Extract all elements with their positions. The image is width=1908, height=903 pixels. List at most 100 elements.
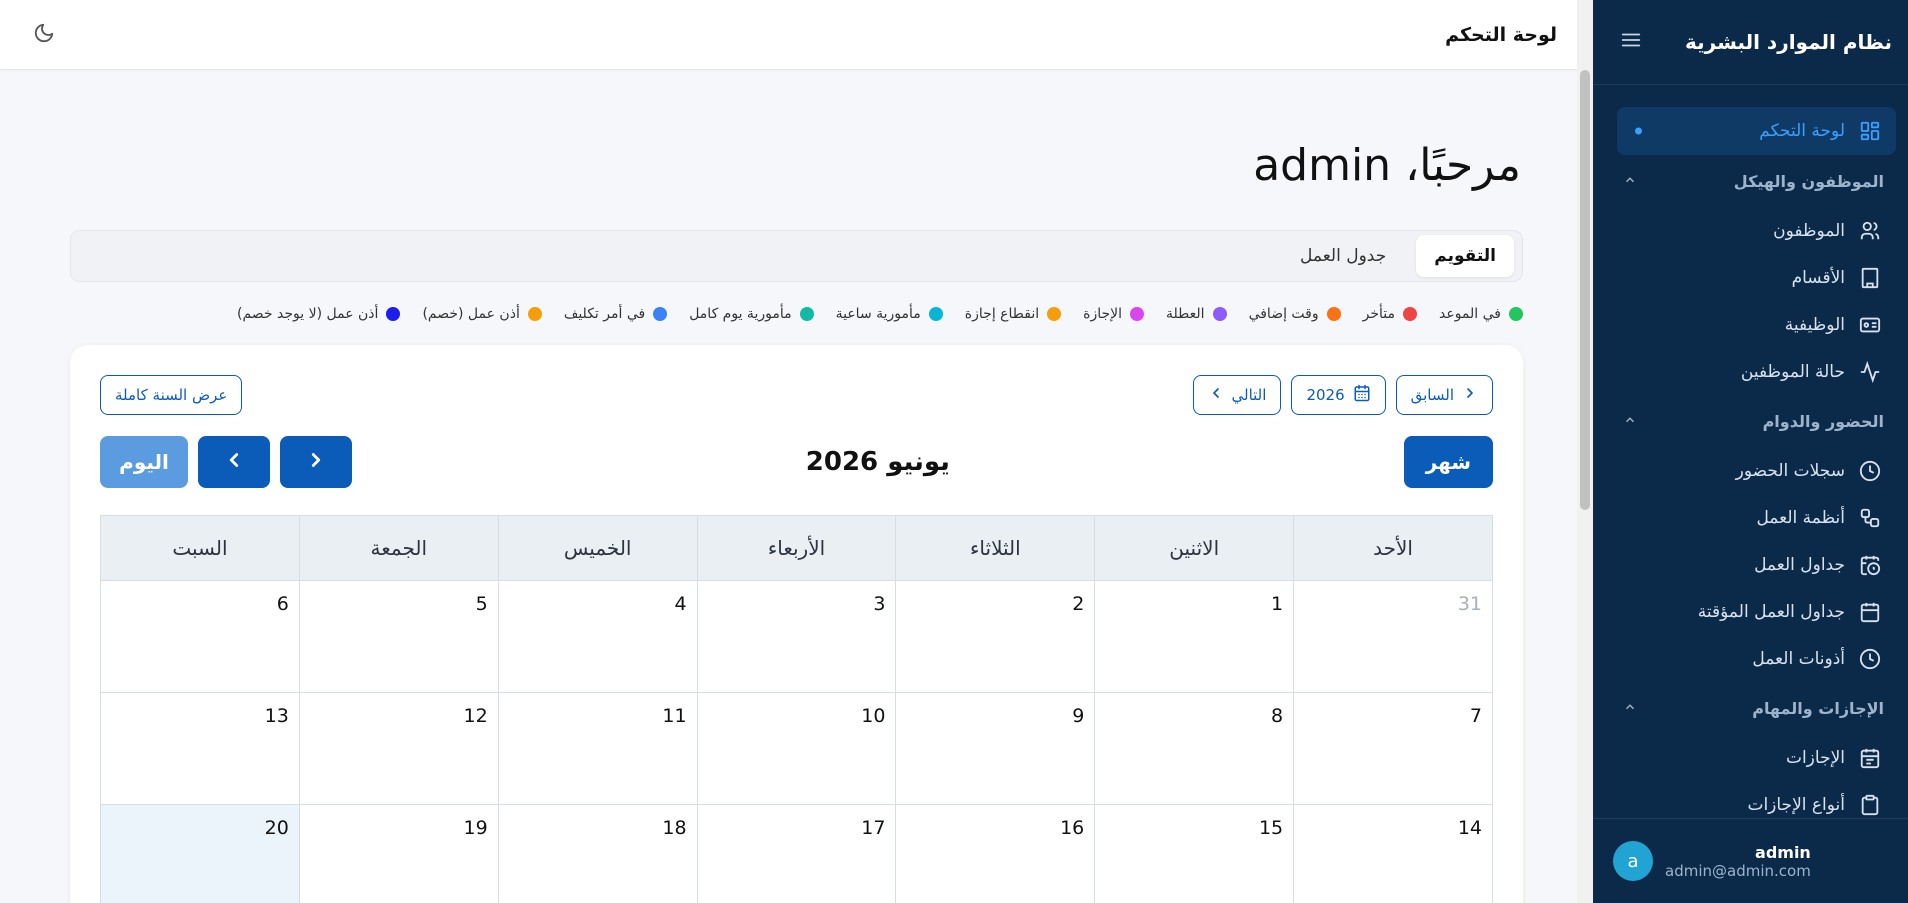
users-icon: [1859, 220, 1881, 242]
sidebar-item-label: جداول العمل: [1754, 554, 1845, 575]
full-year-button[interactable]: عرض السنة كاملة: [100, 375, 243, 415]
legend-item: وقت إضافي: [1249, 306, 1341, 322]
chevron-left-icon: [1208, 385, 1224, 405]
day-cell[interactable]: 13: [101, 693, 299, 804]
chevron-up-icon: [1623, 699, 1637, 718]
sidebar-item[interactable]: أذونات العمل: [1593, 635, 1908, 682]
clipboard-icon: [1859, 794, 1881, 816]
calendar-icon: [1859, 601, 1881, 623]
sidebar-item-label: سجلات الحضور: [1735, 460, 1845, 481]
main-content: مرحبًا، admin التقويم جدول العمل في المو…: [0, 70, 1577, 903]
hamburger-icon: [1620, 29, 1642, 55]
clock-icon: [1859, 460, 1881, 482]
legend-item: مأمورية ساعية: [836, 306, 943, 322]
day-cell[interactable]: 11: [497, 693, 697, 804]
menu-toggle-button[interactable]: [1617, 28, 1645, 56]
day-cell[interactable]: 14: [1293, 805, 1492, 903]
sidebar-item-label: الوظيفية: [1784, 314, 1845, 335]
day-cell[interactable]: 16: [895, 805, 1094, 903]
dashboard-icon: [1859, 120, 1881, 142]
sidebar-header: نظام الموارد البشرية: [1593, 0, 1908, 85]
sidebar-nav: لوحة التحكم الموظفون والهيكل الموظفون الأقس…: [1593, 85, 1908, 818]
next-year-button[interactable]: التالي: [1192, 375, 1282, 415]
day-cell[interactable]: 8: [1094, 693, 1293, 804]
today-button[interactable]: اليوم: [100, 436, 189, 488]
sidebar-section-header[interactable]: الإجازات والمهام: [1593, 682, 1908, 734]
avatar[interactable]: a: [1613, 841, 1653, 881]
scrollbar-thumb[interactable]: [1580, 70, 1590, 510]
legend-dot: [386, 307, 401, 321]
calendar-controls: السابق 2026 التالي عرض السنة كاملة: [100, 375, 1493, 415]
sidebar-item[interactable]: جداول العمل المؤقتة: [1593, 588, 1908, 635]
year-picker-button[interactable]: 2026: [1291, 375, 1386, 415]
workflow-icon: [1859, 507, 1881, 529]
clock-icon: [1859, 648, 1881, 670]
sidebar-section-label: الحضور والدوام: [1762, 411, 1884, 431]
tab-work-schedule[interactable]: جدول العمل: [1282, 235, 1404, 277]
legend-dot: [1212, 307, 1227, 321]
sidebar-item-label: الإجازات: [1785, 747, 1845, 768]
weekday-thu: الخميس: [497, 516, 697, 580]
day-cell[interactable]: 2: [895, 581, 1094, 692]
sidebar-section-header[interactable]: الموظفون والهيكل: [1593, 155, 1908, 207]
sidebar-item-label: أنظمة العمل: [1756, 507, 1845, 528]
legend-dot: [527, 307, 542, 321]
legend-dot: [799, 307, 814, 321]
day-cell[interactable]: 4: [497, 581, 697, 692]
sidebar-item-label: أذونات العمل: [1752, 648, 1845, 669]
month-view-button[interactable]: شهر: [1403, 436, 1493, 488]
sidebar-item[interactable]: الإجازات: [1593, 734, 1908, 781]
main-scrollbar[interactable]: [1577, 0, 1593, 903]
day-cell[interactable]: 3: [696, 581, 896, 692]
weekday-sat: السبت: [172, 536, 228, 560]
tab-calendar[interactable]: التقويم: [1416, 235, 1514, 277]
prev-month-button[interactable]: [280, 436, 353, 488]
sidebar-item[interactable]: لوحة التحكم: [1617, 107, 1896, 155]
welcome-heading: مرحبًا، admin: [1253, 140, 1521, 191]
day-cell[interactable]: 18: [497, 805, 697, 903]
view-tabs: التقويم جدول العمل: [70, 230, 1523, 282]
day-cell[interactable]: 31: [1293, 581, 1492, 692]
day-cell[interactable]: 10: [696, 693, 896, 804]
prev-year-label: السابق: [1410, 386, 1454, 404]
day-cell[interactable]: 7: [1293, 693, 1492, 804]
chevron-up-icon: [1623, 412, 1637, 431]
sidebar-item[interactable]: جداول العمل: [1593, 541, 1908, 588]
legend-label: مأمورية ساعية: [835, 306, 921, 322]
day-cell[interactable]: 17: [696, 805, 896, 903]
chevron-right-icon: [1462, 385, 1478, 405]
calendar-icon: [1353, 384, 1371, 406]
legend-label: مأمورية يوم كامل: [689, 306, 792, 322]
legend-label: وقت إضافي: [1248, 306, 1319, 322]
sidebar-item[interactable]: الموظفون: [1593, 207, 1908, 254]
sidebar-section-header[interactable]: الحضور والدوام: [1593, 395, 1908, 447]
sidebar-item[interactable]: حالة الموظفين: [1593, 348, 1908, 395]
sidebar-item[interactable]: سجلات الحضور: [1593, 447, 1908, 494]
prev-year-button[interactable]: السابق: [1395, 375, 1493, 415]
sidebar-item[interactable]: الأقسام: [1593, 254, 1908, 301]
day-cell[interactable]: 12: [298, 693, 498, 804]
legend-dot: [1403, 307, 1417, 321]
day-cell[interactable]: 1: [1094, 581, 1293, 692]
weekday-fri: الجمعة: [298, 516, 498, 580]
legend-label: العطلة: [1166, 306, 1205, 322]
next-month-button[interactable]: [198, 436, 271, 488]
day-cell[interactable]: 9: [895, 693, 1094, 804]
legend-dot: [1326, 307, 1341, 321]
day-cell[interactable]: 5: [298, 581, 498, 692]
calendar-card: السابق 2026 التالي عرض السنة كاملة شهر ي…: [70, 345, 1523, 903]
day-cell[interactable]: 19: [298, 805, 498, 903]
user-email: admin@admin.com: [1665, 861, 1811, 880]
day-cell-today[interactable]: 20: [100, 805, 299, 903]
day-cell[interactable]: 15: [1094, 805, 1293, 903]
sidebar-item[interactable]: أنواع الإجازات: [1593, 781, 1908, 818]
app-title: نظام الموارد البشرية: [1685, 30, 1892, 54]
theme-toggle-button[interactable]: [28, 19, 60, 51]
sidebar-item[interactable]: أنظمة العمل: [1593, 494, 1908, 541]
sidebar-item[interactable]: الوظيفية: [1593, 301, 1908, 348]
sidebar-item-label: الأقسام: [1791, 267, 1845, 288]
day-cell[interactable]: 6: [101, 581, 299, 692]
legend-label: أذن عمل (خصم): [422, 306, 520, 322]
user-profile[interactable]: a admin admin@admin.com: [1593, 818, 1908, 903]
legend-label: في الموعد: [1439, 306, 1501, 322]
